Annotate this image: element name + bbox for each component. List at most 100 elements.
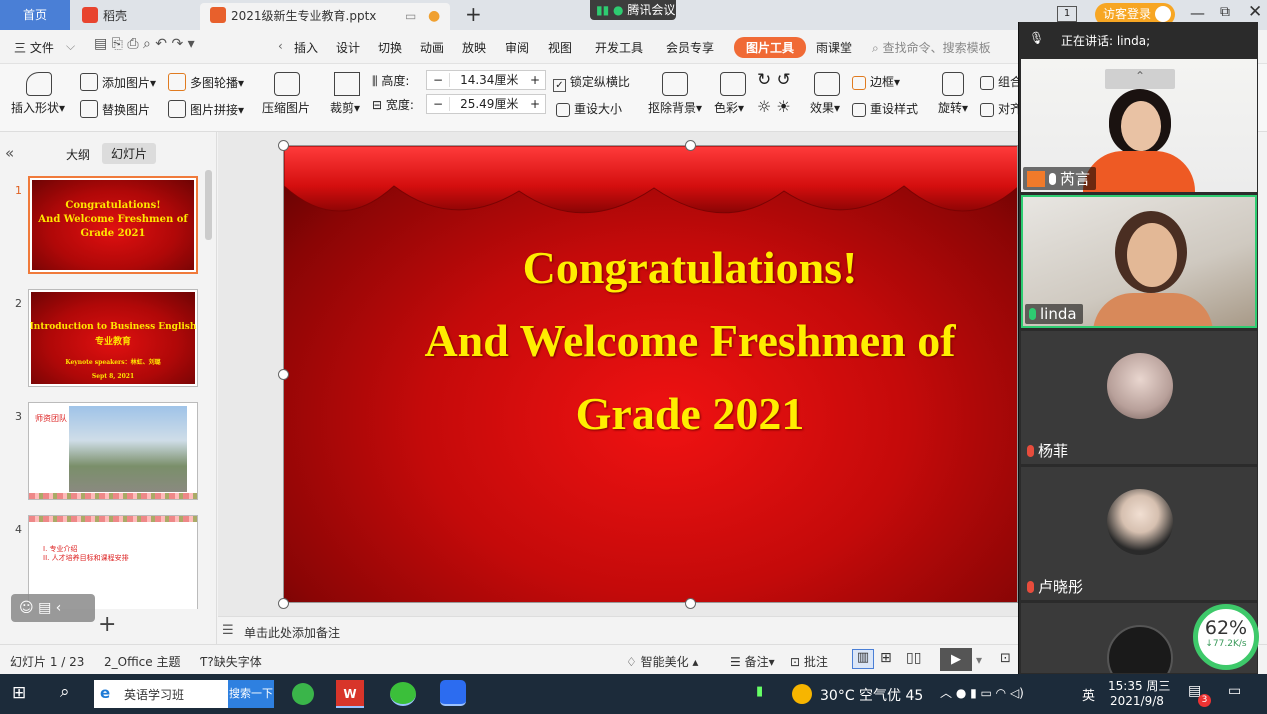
taskbar-search-box[interactable]: e 英语学习班: [94, 680, 228, 708]
slide-title-line2[interactable]: And Welcome Freshmen of: [284, 314, 1017, 367]
taskbar-search-button[interactable]: 搜索一下: [228, 680, 274, 708]
color-button[interactable]: 色彩▾: [714, 99, 744, 116]
monitor-icon[interactable]: ▭: [405, 3, 416, 30]
tab-outline[interactable]: 大纲: [66, 146, 90, 163]
window-layout-icon[interactable]: 1: [1057, 6, 1077, 22]
play-slideshow-button[interactable]: ▶: [940, 648, 972, 671]
emoji-icon[interactable]: ☺: [19, 600, 34, 616]
video-tile-1[interactable]: ⌃ 芮言: [1021, 59, 1257, 192]
notes-toggle-button[interactable]: ☰ 备注▾: [730, 653, 775, 670]
tray-icons[interactable]: ︿ ● ▮ ▭ ◠ ◁): [940, 684, 1024, 701]
slide-title-line3[interactable]: Grade 2021: [284, 387, 1017, 440]
lock-ratio-checkbox[interactable]: ✓ 锁定纵横比: [553, 73, 630, 92]
reading-view-icon[interactable]: ▯▯: [906, 650, 921, 666]
smart-beautify-button[interactable]: ♢ 智能美化 ▴: [626, 653, 698, 670]
notes-bar[interactable]: ☰ 单击此处添加备注: [218, 616, 1018, 644]
collapse-up-icon[interactable]: ⌃: [1105, 69, 1175, 89]
video-tile-3[interactable]: 杨菲: [1021, 331, 1257, 464]
comments-button[interactable]: ⊡ 批注: [790, 653, 828, 670]
menu-picture-tools[interactable]: 图片工具: [734, 37, 807, 58]
menu-view[interactable]: 视图: [548, 39, 572, 56]
weather-text[interactable]: 30°C 空气优 45: [820, 685, 923, 705]
mic-status-icon[interactable]: 🎙: [1029, 31, 1044, 45]
quick-access-icons[interactable]: ▤ ⎘ ⎙ ⌕ ↶ ↷ ▾: [94, 36, 195, 52]
wps-taskbar-icon[interactable]: W: [336, 680, 364, 708]
remove-background-button[interactable]: 抠除背景▾: [648, 99, 702, 116]
video-tile-4[interactable]: 卢晓彤: [1021, 467, 1257, 600]
video-tile-2[interactable]: linda: [1021, 195, 1257, 328]
current-slide[interactable]: Congratulations! And Welcome Freshmen of…: [283, 145, 1018, 603]
tab-docer[interactable]: 稻壳: [72, 3, 190, 30]
menu-member[interactable]: 会员专享: [666, 39, 714, 56]
height-value[interactable]: 14.34厘米: [450, 73, 518, 87]
slide-title-line1[interactable]: Congratulations!: [284, 241, 1017, 294]
theme-name[interactable]: 2_Office 主题: [104, 653, 180, 670]
height-stepper[interactable]: −14.34厘米 +: [426, 70, 546, 90]
effects-button[interactable]: 效果▾: [810, 99, 840, 116]
compress-picture-button[interactable]: 压缩图片: [262, 99, 310, 116]
floating-toolbar[interactable]: ☺ ▤ ‹: [11, 594, 95, 622]
windows-start-icon[interactable]: ⊞: [12, 683, 26, 703]
slide-thumbnail-1[interactable]: Congratulations! And Welcome Freshmen of…: [28, 176, 198, 274]
tab-slides[interactable]: 幻灯片: [102, 143, 157, 164]
insert-shape-button[interactable]: 插入形状▾: [11, 99, 65, 116]
resize-handle[interactable]: [685, 598, 696, 609]
menu-design[interactable]: 设计: [336, 39, 360, 56]
add-picture-button[interactable]: 添加图片▾: [80, 73, 156, 91]
width-decrease[interactable]: −: [427, 97, 451, 111]
group-button[interactable]: 组合: [980, 73, 1022, 90]
collapse-pane-icon[interactable]: «: [5, 144, 14, 162]
play-options-icon[interactable]: ▾: [976, 653, 982, 667]
clock-time[interactable]: 15:35 周三: [1108, 677, 1170, 694]
chevron-down-icon[interactable]: ⌵: [66, 39, 75, 54]
reset-size-button[interactable]: 重设大小: [556, 100, 622, 117]
resize-handle[interactable]: [685, 140, 696, 151]
chevron-left-icon[interactable]: ‹: [278, 39, 283, 53]
menu-rain-class[interactable]: 雨课堂: [816, 39, 852, 56]
new-tab-icon[interactable]: +: [455, 0, 482, 27]
notes-placeholder[interactable]: 单击此处添加备注: [244, 624, 340, 641]
360-browser-icon[interactable]: [292, 683, 314, 705]
width-stepper[interactable]: −25.49厘米 +: [426, 94, 546, 114]
resize-handle[interactable]: [278, 140, 289, 151]
width-value[interactable]: 25.49厘米: [450, 97, 518, 111]
resize-handle[interactable]: [278, 598, 289, 609]
resize-handle[interactable]: [278, 369, 289, 380]
border-button[interactable]: 边框▾: [852, 73, 900, 90]
slide-thumbnail-3[interactable]: 师资团队: [28, 402, 198, 500]
network-status-widget[interactable]: 62% ↓77.2K/s: [1193, 604, 1259, 670]
tencent-meeting-taskbar-icon[interactable]: [440, 680, 466, 706]
rotate-button[interactable]: 旋转▾: [938, 99, 968, 116]
ime-indicator[interactable]: 英: [1082, 685, 1095, 704]
missing-font-button[interactable]: Ƭ?缺失字体: [200, 653, 262, 670]
chat-icon[interactable]: ▤: [38, 600, 51, 616]
align-button[interactable]: 对齐: [980, 100, 1022, 117]
brightness-icon[interactable]: ☼ ☀: [757, 97, 791, 116]
rotate-arrows-icon[interactable]: ↻ ↺: [757, 70, 791, 90]
normal-view-icon[interactable]: ▥: [852, 649, 874, 669]
taskbar-search-text[interactable]: 英语学习班: [124, 686, 184, 703]
menu-slideshow[interactable]: 放映: [462, 39, 486, 56]
menu-animation[interactable]: 动画: [420, 39, 444, 56]
menu-review[interactable]: 审阅: [505, 39, 529, 56]
chevron-left-icon[interactable]: ‹: [56, 600, 62, 616]
sorter-view-icon[interactable]: ⊞: [880, 650, 892, 666]
wechat-icon[interactable]: [390, 682, 416, 706]
clock-date[interactable]: 2021/9/8: [1110, 694, 1164, 708]
slide-thumbnail-2[interactable]: Introduction to Business English 专业教育 Ke…: [28, 289, 198, 387]
meeting-indicator[interactable]: ▮▮ ● 腾讯会议: [590, 0, 676, 20]
battery-app-icon[interactable]: ▮: [756, 684, 763, 699]
width-increase[interactable]: +: [530, 95, 540, 113]
fit-window-icon[interactable]: ⊡: [1000, 651, 1011, 666]
search-icon[interactable]: ⌕: [60, 682, 70, 702]
thumbnail-scrollbar[interactable]: [205, 170, 212, 240]
height-increase[interactable]: +: [530, 71, 540, 89]
tab-home[interactable]: 首页: [0, 0, 70, 30]
action-center-icon[interactable]: ▭: [1228, 683, 1241, 699]
close-icon[interactable]: ✕: [1248, 2, 1262, 22]
tab-pptx-file[interactable]: 2021级新生专业教育.pptx ▭ ●: [200, 3, 450, 30]
search-command-field[interactable]: ⌕ 查找命令、搜索模板: [872, 39, 991, 56]
restore-icon[interactable]: ⧉: [1220, 4, 1230, 20]
menu-devtools[interactable]: 开发工具: [595, 39, 643, 56]
minimize-icon[interactable]: —: [1190, 4, 1205, 22]
